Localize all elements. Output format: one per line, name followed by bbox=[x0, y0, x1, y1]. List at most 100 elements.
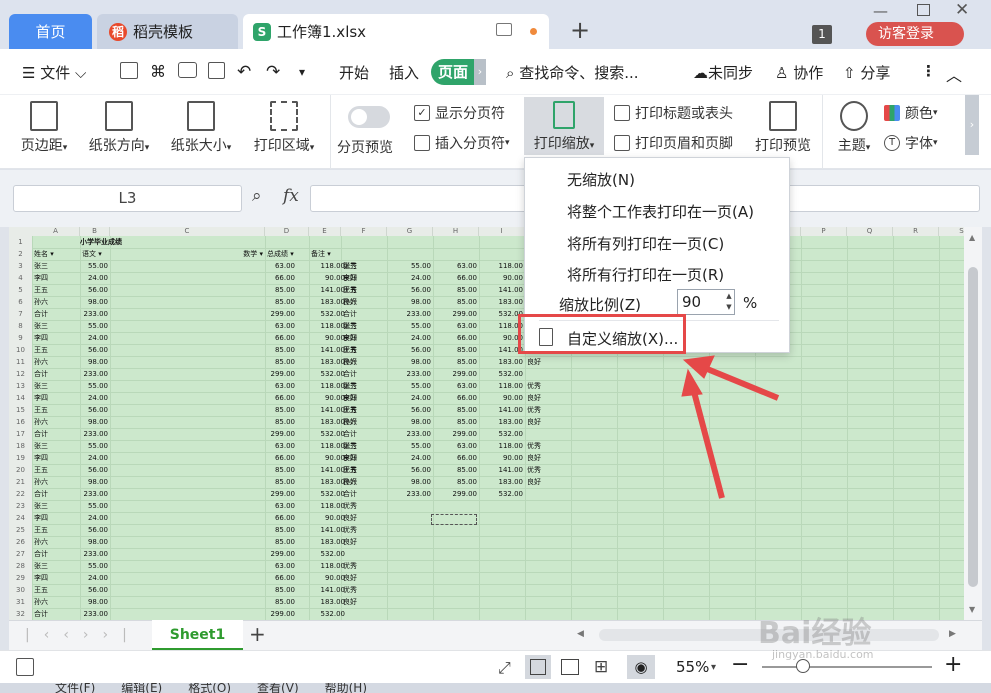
row-header[interactable]: 5 bbox=[9, 284, 32, 296]
cell[interactable]: 183.00 bbox=[311, 476, 346, 488]
cell[interactable]: 李四 bbox=[343, 332, 385, 344]
paper-size-button[interactable]: 纸张大小▾ bbox=[163, 101, 239, 155]
cell[interactable]: 66.00 bbox=[267, 452, 295, 464]
column-header[interactable]: F bbox=[341, 227, 387, 236]
cell[interactable]: 98.00 bbox=[389, 296, 431, 308]
scroll-up-icon[interactable]: ▲ bbox=[969, 233, 975, 242]
cell[interactable]: 合计 bbox=[34, 428, 78, 440]
menu-scroll-right-icon[interactable]: › bbox=[474, 59, 486, 85]
cell[interactable]: 233.00 bbox=[82, 608, 109, 620]
cell[interactable]: 98.00 bbox=[82, 296, 108, 308]
cell[interactable]: 90.00 bbox=[481, 452, 523, 464]
sheet-nav-arrows-icon[interactable]: |‹‹››| bbox=[25, 627, 141, 643]
row-header[interactable]: 1 bbox=[9, 236, 32, 248]
menu-item-fit-sheet[interactable]: 将整个工作表打印在一页(A) bbox=[567, 201, 754, 222]
tab-workbook[interactable]: S 工作簿1.xlsx bbox=[243, 14, 549, 49]
format-painter-icon[interactable]: ⌘ bbox=[150, 62, 166, 81]
cell[interactable]: 141.00 bbox=[481, 404, 524, 416]
cell[interactable]: 90.00 bbox=[311, 392, 345, 404]
cell[interactable]: 299.00 bbox=[267, 308, 296, 320]
cell[interactable]: 合计 bbox=[34, 488, 78, 500]
cell[interactable]: 24.00 bbox=[82, 572, 108, 584]
cell[interactable]: 66.00 bbox=[435, 392, 477, 404]
cell[interactable]: 183.00 bbox=[311, 296, 346, 308]
cell[interactable]: 299.00 bbox=[435, 368, 478, 380]
cell[interactable]: 优秀 bbox=[527, 404, 569, 416]
cell[interactable]: 孙六 bbox=[34, 596, 78, 608]
cell[interactable]: 183.00 bbox=[311, 536, 346, 548]
cell[interactable]: 李四 bbox=[34, 452, 78, 464]
zoom-slider-knob[interactable] bbox=[796, 659, 810, 673]
cell[interactable]: 合计 bbox=[343, 368, 385, 380]
cell[interactable]: 王五 bbox=[343, 464, 385, 476]
margin-button[interactable]: 页边距▾ bbox=[13, 101, 75, 155]
cell[interactable]: 85.00 bbox=[267, 524, 295, 536]
cell[interactable]: 56.00 bbox=[389, 404, 431, 416]
print-icon[interactable] bbox=[178, 62, 197, 78]
cell[interactable]: 24.00 bbox=[389, 452, 431, 464]
row-header[interactable]: 30 bbox=[9, 584, 32, 596]
row-header[interactable]: 22 bbox=[9, 488, 32, 500]
cell[interactable]: 532.00 bbox=[311, 368, 346, 380]
cell[interactable]: 299.00 bbox=[267, 368, 296, 380]
cell[interactable]: 85.00 bbox=[267, 596, 295, 608]
cell[interactable]: 数学 ▾ bbox=[112, 248, 263, 260]
sheet-tab-sheet1[interactable]: Sheet1 bbox=[152, 620, 243, 650]
vertical-scroll-thumb[interactable] bbox=[968, 267, 978, 587]
cell[interactable]: 532.00 bbox=[481, 368, 524, 380]
menu-item-fit-columns[interactable]: 将所有列打印在一页(C) bbox=[567, 233, 724, 254]
scroll-left-icon[interactable]: ◀ bbox=[577, 629, 584, 639]
cell[interactable]: 66.00 bbox=[435, 452, 477, 464]
row-header[interactable]: 31 bbox=[9, 596, 32, 608]
cell[interactable]: 55.00 bbox=[82, 440, 108, 452]
cell[interactable]: 56.00 bbox=[82, 284, 108, 296]
cell[interactable]: 299.00 bbox=[267, 548, 296, 560]
cell[interactable]: 233.00 bbox=[82, 368, 109, 380]
cell[interactable]: 56.00 bbox=[82, 584, 108, 596]
cell[interactable]: 王五 bbox=[34, 284, 78, 296]
cell[interactable]: 合计 bbox=[34, 608, 78, 620]
row-header[interactable]: 3 bbox=[9, 260, 32, 272]
column-header[interactable]: E bbox=[309, 227, 341, 236]
share-button[interactable]: ⇧ 分享 bbox=[843, 62, 890, 83]
cell[interactable]: 孙六 bbox=[34, 416, 78, 428]
row-header[interactable]: 13 bbox=[9, 380, 32, 392]
cell[interactable]: 李四 bbox=[343, 452, 385, 464]
quick-access-dropdown-icon[interactable]: ▾ bbox=[299, 65, 305, 79]
cell[interactable]: 王五 bbox=[34, 464, 78, 476]
cell[interactable]: 张三 bbox=[343, 320, 385, 332]
cell[interactable]: 优秀 bbox=[343, 500, 385, 512]
tab-home[interactable]: 首页 bbox=[9, 14, 92, 49]
cell[interactable]: 良好 bbox=[527, 416, 569, 428]
cell[interactable]: 63.00 bbox=[267, 380, 295, 392]
cell[interactable]: 85.00 bbox=[435, 284, 477, 296]
cell[interactable]: 王五 bbox=[34, 584, 78, 596]
cell[interactable]: 李四 bbox=[34, 332, 78, 344]
print-preview-icon[interactable] bbox=[208, 62, 225, 79]
row-header[interactable]: 8 bbox=[9, 320, 32, 332]
zoom-dropdown-icon[interactable]: ▾ bbox=[711, 662, 716, 673]
cell[interactable]: 王五 bbox=[34, 344, 78, 356]
menu-item-fit-rows[interactable]: 将所有行打印在一页(R) bbox=[567, 264, 724, 285]
cell[interactable]: 233.00 bbox=[82, 488, 109, 500]
cell[interactable] bbox=[343, 548, 385, 560]
cell[interactable]: 532.00 bbox=[311, 488, 346, 500]
cell[interactable]: 66.00 bbox=[267, 512, 295, 524]
cell[interactable]: 85.00 bbox=[267, 416, 295, 428]
cell[interactable]: 183.00 bbox=[481, 356, 524, 368]
cell[interactable]: 56.00 bbox=[389, 344, 431, 356]
cell[interactable]: 85.00 bbox=[267, 584, 295, 596]
cell[interactable]: 良好 bbox=[527, 356, 569, 368]
cell[interactable]: 233.00 bbox=[82, 428, 109, 440]
cell[interactable]: 王五 bbox=[34, 404, 78, 416]
cell[interactable]: 良好 bbox=[343, 596, 385, 608]
row-header[interactable]: 25 bbox=[9, 524, 32, 536]
cell[interactable]: 63.00 bbox=[267, 260, 295, 272]
undo-icon[interactable]: ↶ bbox=[237, 62, 251, 82]
search-commands[interactable]: ⌕ 查找命令、搜索... bbox=[506, 62, 639, 83]
menu-page-layout[interactable]: 页面 bbox=[431, 59, 475, 85]
row-header[interactable]: 27 bbox=[9, 548, 32, 560]
cell[interactable]: 张三 bbox=[34, 320, 78, 332]
page-break-view-icon[interactable] bbox=[561, 659, 579, 675]
cell[interactable]: 张三 bbox=[34, 380, 78, 392]
